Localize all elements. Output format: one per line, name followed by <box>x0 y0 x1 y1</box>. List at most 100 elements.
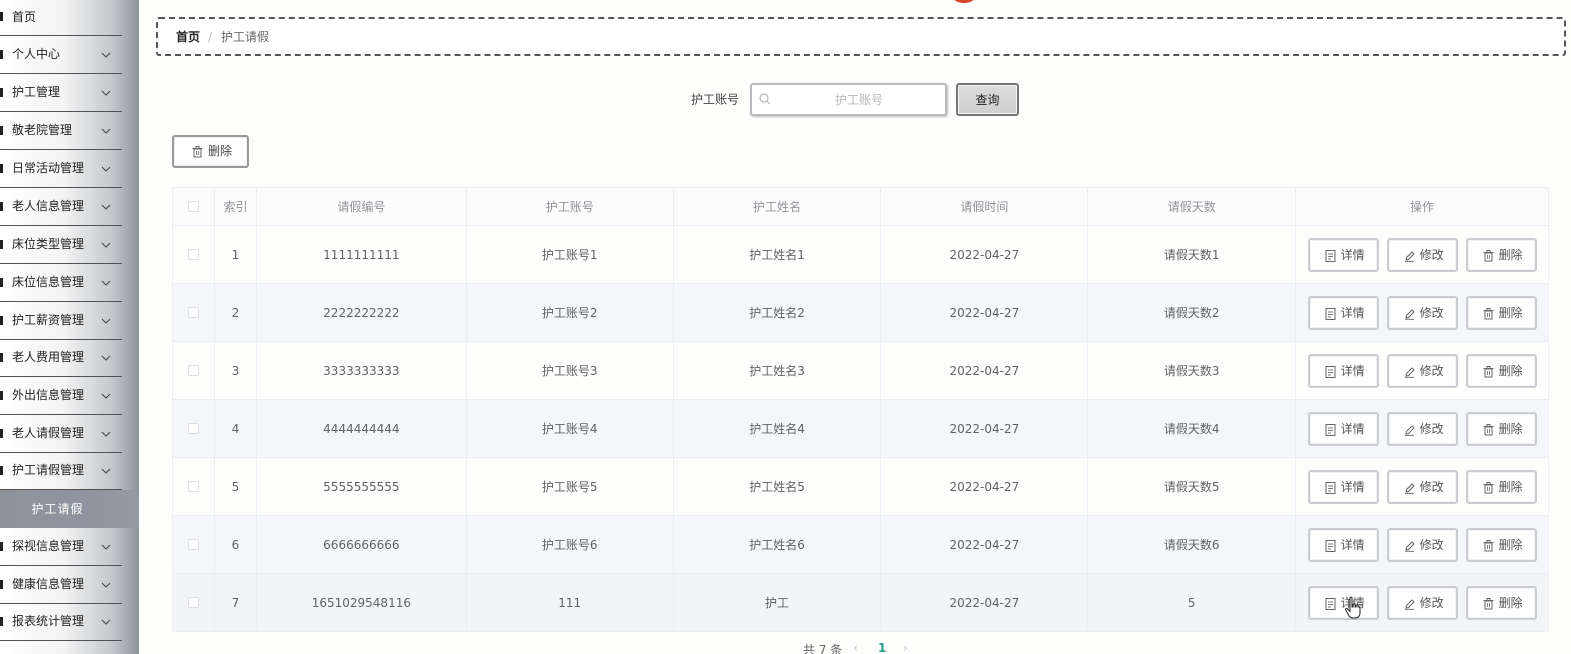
table-row: 5 5555555555 护工账号5 护工姓名5 2022-04-27 请假天数5 详情 修改… <box>173 458 1549 516</box>
chevron-down-icon <box>101 616 111 626</box>
sidebar-item-8[interactable]: 护工薪资管理 <box>0 302 122 340</box>
trash-icon <box>1483 249 1494 261</box>
detail-label: 详情 <box>1340 421 1365 436</box>
detail-button[interactable]: 详情 <box>1307 469 1379 504</box>
sidebar-item-1[interactable]: 个人中心 <box>0 36 122 74</box>
delete-label: 删除 <box>1498 595 1523 610</box>
logo-fragment <box>954 0 974 3</box>
sidebar-item-15[interactable]: 报表统计管理 <box>0 603 122 641</box>
edit-button[interactable]: 修改 <box>1386 411 1458 446</box>
edit-button[interactable]: 修改 <box>1386 237 1458 272</box>
delete-button[interactable]: 删除 <box>1465 411 1537 446</box>
sidebar-item-label: 首页 <box>12 10 37 24</box>
edit-label: 修改 <box>1419 247 1444 262</box>
cell-account: 111 <box>466 574 674 632</box>
edit-button[interactable]: 修改 <box>1386 585 1458 620</box>
search-input[interactable] <box>776 85 942 114</box>
row-actions: 详情 修改 删除 <box>1307 411 1537 446</box>
sidebar-item-2[interactable]: 护工管理 <box>0 74 122 112</box>
detail-button[interactable]: 详情 <box>1307 411 1379 446</box>
sidebar-item-label: 床位类型管理 <box>12 237 85 251</box>
edit-button[interactable]: 修改 <box>1386 295 1458 330</box>
menu-bullet-icon <box>0 50 3 59</box>
detail-button[interactable]: 详情 <box>1307 237 1379 272</box>
sidebar-item-11[interactable]: 老人请假管理 <box>0 415 122 453</box>
sidebar-item-10[interactable]: 外出信息管理 <box>0 377 122 415</box>
detail-button[interactable]: 详情 <box>1307 353 1379 388</box>
document-icon <box>1325 481 1336 494</box>
sidebar-item-13[interactable]: 探视信息管理 <box>0 528 122 566</box>
table-header-row: 索引 请假编号 护工账号 护工姓名 请假时间 请假天数 操作 <box>173 188 1549 226</box>
detail-button[interactable]: 详情 <box>1307 295 1379 330</box>
row-checkbox[interactable] <box>187 597 199 608</box>
edit-label: 修改 <box>1419 479 1444 494</box>
edit-label: 修改 <box>1419 421 1444 436</box>
menu-bullet-icon <box>0 429 3 438</box>
document-icon <box>1325 539 1336 552</box>
pagination-next-button[interactable]: › <box>903 641 908 654</box>
delete-button[interactable]: 删除 <box>1465 469 1537 504</box>
sidebar-subitem-caregiver-leave[interactable]: 护工请假 <box>0 490 139 528</box>
select-all-checkbox[interactable] <box>187 201 199 212</box>
row-actions: 详情 修改 删除 <box>1307 527 1537 562</box>
row-checkbox[interactable] <box>187 307 199 318</box>
row-checkbox[interactable] <box>187 481 199 492</box>
edit-button[interactable]: 修改 <box>1386 527 1458 562</box>
document-icon <box>1325 597 1336 610</box>
table-row: 1 1111111111 护工账号1 护工姓名1 2022-04-27 请假天数1 详情 修改… <box>173 226 1549 284</box>
trash-icon <box>192 146 203 158</box>
cell-date: 2022-04-27 <box>881 226 1089 284</box>
cell-leave-no: 5555555555 <box>256 458 467 516</box>
sidebar-item-6[interactable]: 床位类型管理 <box>0 226 122 264</box>
chevron-down-icon <box>101 428 111 438</box>
delete-button[interactable]: 删除 <box>1465 527 1537 562</box>
sidebar-item-7[interactable]: 床位信息管理 <box>0 264 122 302</box>
sidebar-item-12[interactable]: 护工请假管理 <box>0 452 122 490</box>
breadcrumb-home[interactable]: 首页 <box>176 19 200 55</box>
chevron-down-icon <box>101 465 111 475</box>
pagination-prev-button[interactable]: ‹ <box>853 641 858 654</box>
menu-bullet-icon <box>0 202 3 211</box>
cell-account: 护工账号4 <box>466 400 674 458</box>
sidebar-item-3[interactable]: 敬老院管理 <box>0 112 122 150</box>
table-row: 7 1651029548116 111 护工 2022-04-27 5 详情 修改 删除 <box>173 574 1549 632</box>
delete-button[interactable]: 删除 <box>1465 353 1537 388</box>
delete-label: 删除 <box>1498 305 1523 320</box>
row-checkbox[interactable] <box>187 249 199 260</box>
sidebar-item-14[interactable]: 健康信息管理 <box>0 566 122 604</box>
batch-delete-button[interactable]: 删除 <box>172 135 249 168</box>
menu-bullet-icon <box>0 88 3 97</box>
pagination-page-1[interactable]: 1 <box>878 641 886 654</box>
document-icon <box>1325 249 1336 262</box>
cell-name: 护工姓名6 <box>673 516 882 574</box>
chevron-down-icon <box>101 239 111 249</box>
row-actions: 详情 修改 删除 <box>1307 353 1537 388</box>
breadcrumb-current: 护工请假 <box>221 30 270 44</box>
sidebar-item-label: 老人费用管理 <box>12 350 85 364</box>
row-checkbox[interactable] <box>187 423 199 434</box>
search-field[interactable] <box>750 83 947 116</box>
sidebar-item-label: 护工请假管理 <box>12 463 85 477</box>
sidebar-item-0[interactable]: 首页 <box>0 0 122 36</box>
chevron-down-icon <box>101 125 111 135</box>
edit-label: 修改 <box>1419 595 1444 610</box>
edit-label: 修改 <box>1419 305 1444 320</box>
menu-bullet-icon <box>0 164 3 173</box>
trash-icon <box>1483 481 1494 493</box>
edit-button[interactable]: 修改 <box>1386 353 1458 388</box>
search-button[interactable]: 查询 <box>956 83 1019 116</box>
sidebar-item-4[interactable]: 日常活动管理 <box>0 150 122 188</box>
delete-button[interactable]: 删除 <box>1465 585 1537 620</box>
row-checkbox[interactable] <box>187 539 199 550</box>
detail-button[interactable]: 详情 <box>1307 527 1379 562</box>
detail-label: 详情 <box>1340 363 1365 378</box>
edit-button[interactable]: 修改 <box>1386 469 1458 504</box>
row-checkbox[interactable] <box>187 365 199 376</box>
delete-button[interactable]: 删除 <box>1465 237 1537 272</box>
breadcrumb-separator: / <box>208 30 213 44</box>
trash-icon <box>1483 597 1494 609</box>
chevron-down-icon <box>101 315 111 325</box>
sidebar-item-5[interactable]: 老人信息管理 <box>0 188 122 226</box>
sidebar-item-9[interactable]: 老人费用管理 <box>0 339 122 377</box>
delete-button[interactable]: 删除 <box>1465 295 1537 330</box>
